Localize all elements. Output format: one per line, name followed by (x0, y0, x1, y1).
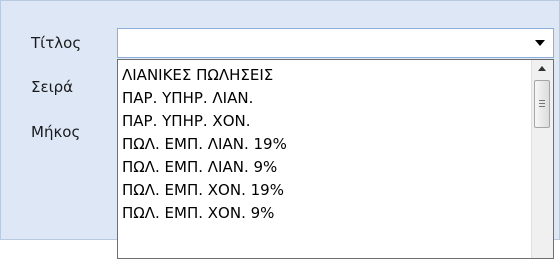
dropdown-items: ΛΙΑΝΙΚΕΣ ΠΩΛΗΣΕΙΣ ΠΑΡ. ΥΠΗΡ. ΛΙΑΝ. ΠΑΡ. … (122, 64, 529, 225)
title-dropdown-list[interactable]: ΛΙΑΝΙΚΕΣ ΠΩΛΗΣΕΙΣ ΠΑΡ. ΥΠΗΡ. ΛΙΑΝ. ΠΑΡ. … (117, 59, 554, 259)
scroll-thumb[interactable] (534, 80, 550, 128)
vertical-scrollbar[interactable] (531, 60, 553, 258)
list-item[interactable]: ΠΩΛ. ΕΜΠ. ΛΙΑΝ. 19% (122, 133, 529, 156)
title-label: Τίτλος (31, 34, 82, 52)
form-panel: Τίτλος Σειρά Μήκος ΛΙΑΝΙΚΕΣ ΠΩΛΗΣΕΙΣ ΠΑΡ… (0, 0, 560, 259)
list-item[interactable]: ΠΩΛ. ΕΜΠ. ΧΟΝ. 9% (122, 202, 529, 225)
title-combobox[interactable] (117, 28, 554, 58)
series-label: Σειρά (31, 78, 74, 96)
grip-line (539, 103, 545, 104)
list-item[interactable]: ΠΑΡ. ΥΠΗΡ. ΧΟΝ. (122, 110, 529, 133)
list-item[interactable]: ΠΑΡ. ΥΠΗΡ. ΛΙΑΝ. (122, 87, 529, 110)
chevron-down-icon[interactable] (535, 40, 545, 46)
list-item[interactable]: ΠΩΛ. ΕΜΠ. ΛΙΑΝ. 9% (122, 156, 529, 179)
length-label: Μήκος (31, 123, 81, 141)
grip-line (539, 100, 545, 101)
scroll-up-button[interactable] (532, 60, 553, 78)
list-item[interactable]: ΛΙΑΝΙΚΕΣ ΠΩΛΗΣΕΙΣ (122, 64, 529, 87)
list-item[interactable]: ΠΩΛ. ΕΜΠ. ΧΟΝ. 19% (122, 179, 529, 202)
scroll-up-arrow-icon (538, 66, 546, 71)
grip-line (539, 106, 545, 107)
